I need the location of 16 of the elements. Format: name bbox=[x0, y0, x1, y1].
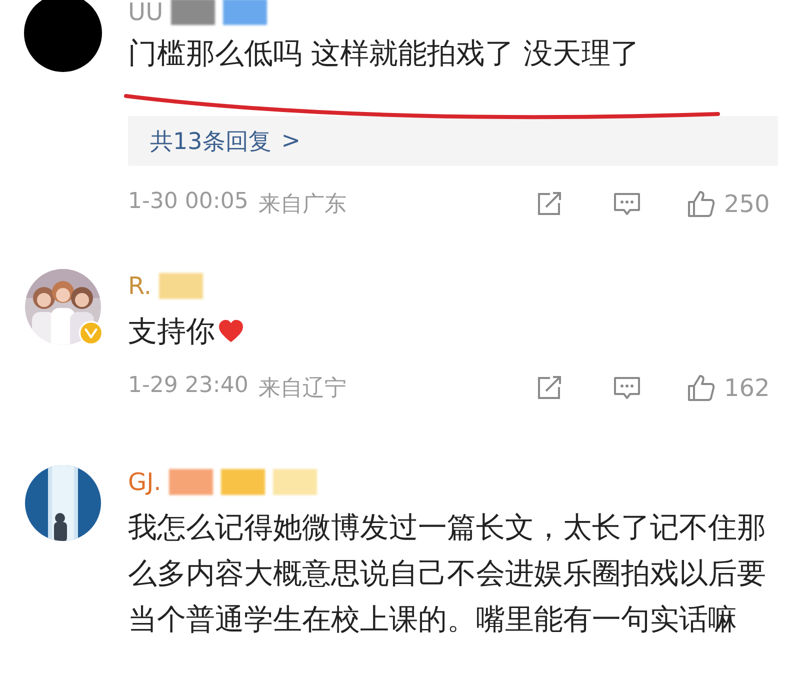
location: 来自广东 bbox=[258, 191, 346, 219]
avatar-icon[interactable] bbox=[24, 0, 102, 72]
thumbs-up-icon[interactable] bbox=[686, 373, 716, 403]
replies-link[interactable]: 共13条回复 > bbox=[128, 116, 778, 166]
comment-text: 我怎么记得她微博发过一篇长文，太长了记不住那么多内容大概意思说自己不会进娱乐圈拍戏以后要当个普通学生在校上课的。嘴里能有一句实话嘛 bbox=[128, 510, 766, 636]
timestamp: 1-29 23:40 bbox=[128, 373, 248, 400]
like-count: 250 bbox=[724, 190, 770, 218]
comment-text: 门槛那么低吗 这样就能拍戏了 没天理了 bbox=[128, 36, 640, 70]
timestamp: 1-30 00:05 bbox=[128, 189, 248, 216]
like-count: 162 bbox=[724, 374, 770, 402]
user-name[interactable]: UU bbox=[128, 0, 164, 26]
location: 来自辽宁 bbox=[258, 375, 346, 403]
user-name[interactable]: GJ. bbox=[128, 468, 162, 496]
thumbs-up-icon[interactable] bbox=[686, 189, 716, 219]
comment-text: 支持你 bbox=[128, 314, 215, 348]
user-name[interactable]: R. bbox=[128, 272, 152, 300]
